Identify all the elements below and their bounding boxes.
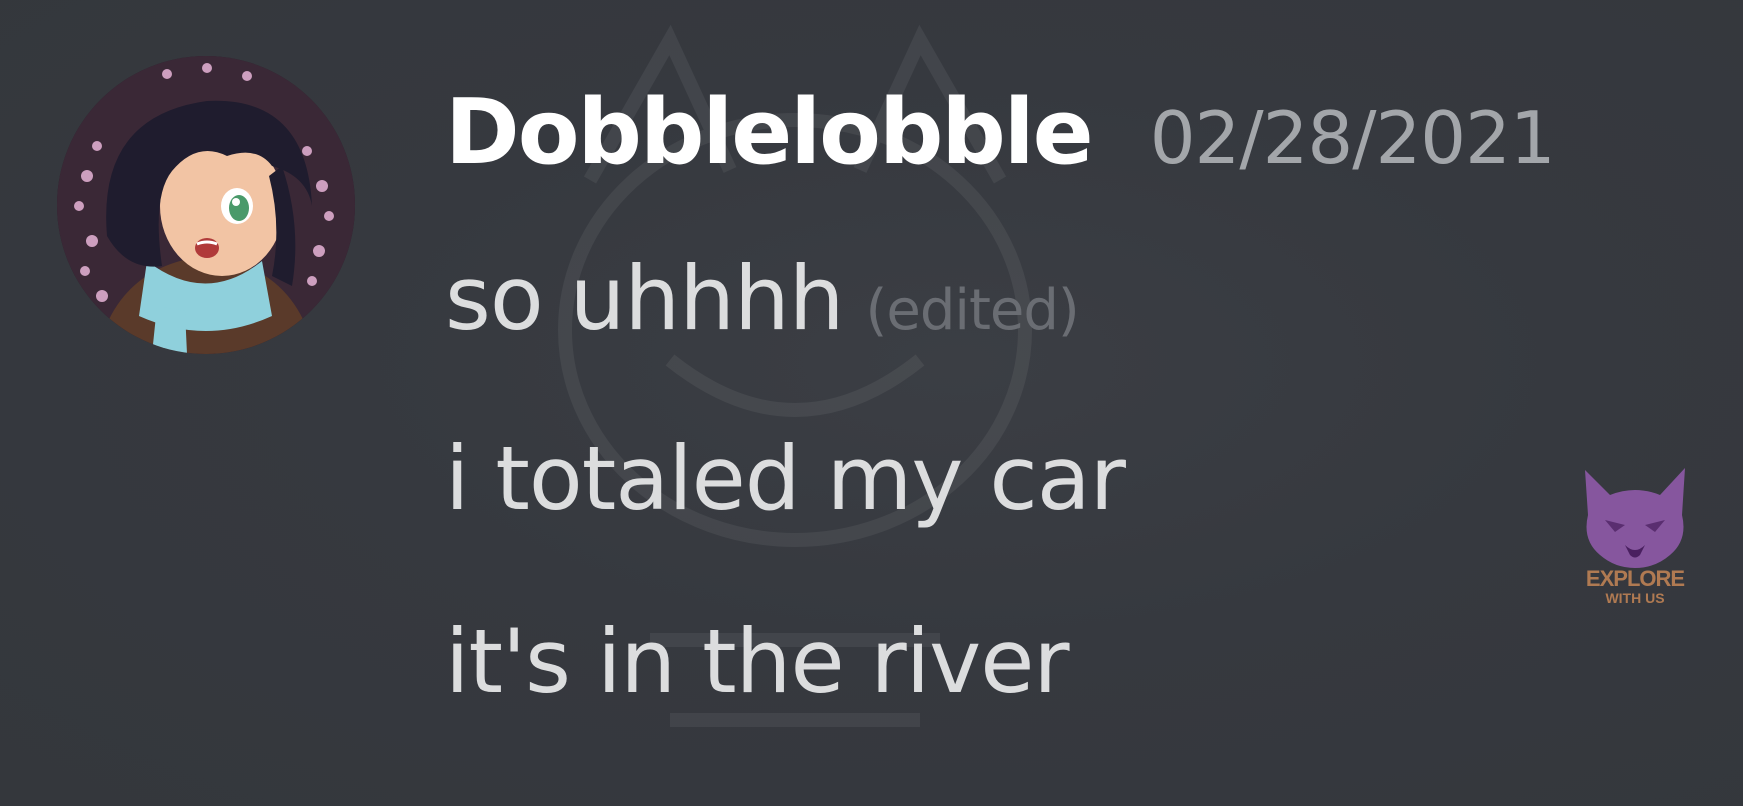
message-line: it's in the river — [445, 618, 1070, 706]
message-timestamp[interactable]: 02/28/2021 — [1150, 102, 1556, 174]
watermark-logo: EXPLORE WITH US — [1570, 460, 1700, 625]
chat-message: Dobblelobble 02/28/2021 so uhhhh (edited)… — [0, 0, 1743, 806]
message-line: so uhhhh (edited) — [445, 255, 1080, 343]
message-header: Dobblelobble 02/28/2021 — [445, 88, 1556, 178]
wolf-head-logo-icon — [1585, 468, 1685, 568]
message-text: it's in the river — [445, 610, 1070, 713]
user-avatar[interactable] — [57, 56, 355, 354]
watermark-text: EXPLORE — [1585, 566, 1685, 591]
message-text: i totaled my car — [445, 427, 1126, 530]
message-text: so uhhhh — [445, 247, 845, 350]
message-line: i totaled my car — [445, 435, 1126, 523]
edited-label: (edited) — [865, 278, 1080, 343]
watermark-subtext: WITH US — [1605, 590, 1665, 606]
anime-character-avatar-icon — [57, 56, 355, 354]
username[interactable]: Dobblelobble — [445, 88, 1094, 178]
